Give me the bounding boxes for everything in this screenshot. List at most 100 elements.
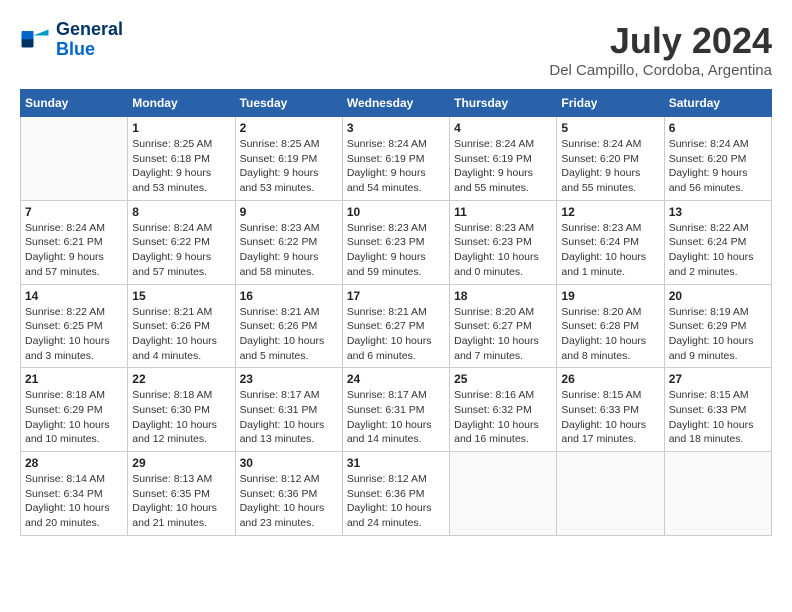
- day-info: Sunrise: 8:15 AMSunset: 6:33 PMDaylight:…: [669, 388, 767, 447]
- calendar-cell: 11 Sunrise: 8:23 AMSunset: 6:23 PMDayligh…: [450, 200, 557, 284]
- calendar-week-row: 28 Sunrise: 8:14 AMSunset: 6:34 PMDayligh…: [21, 452, 772, 536]
- day-number: 25: [454, 372, 552, 386]
- day-info: Sunrise: 8:21 AMSunset: 6:27 PMDaylight:…: [347, 305, 445, 364]
- calendar-cell: 27 Sunrise: 8:15 AMSunset: 6:33 PMDayligh…: [664, 368, 771, 452]
- day-number: 22: [132, 372, 230, 386]
- day-info: Sunrise: 8:23 AMSunset: 6:22 PMDaylight:…: [240, 221, 338, 280]
- weekday-header: Monday: [128, 90, 235, 117]
- calendar-cell: 29Sunrise: 8:13 AMSunset: 6:35 PMDayligh…: [128, 452, 235, 536]
- day-number: 12: [561, 205, 659, 219]
- calendar-cell: 26 Sunrise: 8:15 AMSunset: 6:33 PMDayligh…: [557, 368, 664, 452]
- day-info: Sunrise: 8:14 AMSunset: 6:34 PMDaylight:…: [25, 472, 123, 531]
- day-info: Sunrise: 8:24 AMSunset: 6:21 PMDaylight:…: [25, 221, 123, 280]
- day-number: 28: [25, 456, 123, 470]
- day-info: Sunrise: 8:17 AMSunset: 6:31 PMDaylight:…: [347, 388, 445, 447]
- day-number: 16: [240, 289, 338, 303]
- day-info: Sunrise: 8:25 AMSunset: 6:18 PMDaylight:…: [132, 137, 230, 196]
- calendar-cell: 15 Sunrise: 8:21 AMSunset: 6:26 PMDayligh…: [128, 284, 235, 368]
- calendar-table: SundayMondayTuesdayWednesdayThursdayFrid…: [20, 89, 772, 536]
- day-number: 1: [132, 121, 230, 135]
- day-info: Sunrise: 8:15 AMSunset: 6:33 PMDaylight:…: [561, 388, 659, 447]
- calendar-cell: 20 Sunrise: 8:19 AMSunset: 6:29 PMDayligh…: [664, 284, 771, 368]
- calendar-week-row: 21 Sunrise: 8:18 AMSunset: 6:29 PMDayligh…: [21, 368, 772, 452]
- calendar-header-row: SundayMondayTuesdayWednesdayThursdayFrid…: [21, 90, 772, 117]
- day-info: Sunrise: 8:24 AMSunset: 6:19 PMDaylight:…: [347, 137, 445, 196]
- calendar-cell: 6Sunrise: 8:24 AMSunset: 6:20 PMDaylight…: [664, 117, 771, 201]
- day-number: 9: [240, 205, 338, 219]
- day-number: 5: [561, 121, 659, 135]
- calendar-cell: 23 Sunrise: 8:17 AMSunset: 6:31 PMDayligh…: [235, 368, 342, 452]
- calendar-cell: 16 Sunrise: 8:21 AMSunset: 6:26 PMDayligh…: [235, 284, 342, 368]
- calendar-cell: 4Sunrise: 8:24 AMSunset: 6:19 PMDaylight…: [450, 117, 557, 201]
- day-info: Sunrise: 8:19 AMSunset: 6:29 PMDaylight:…: [669, 305, 767, 364]
- day-number: 24: [347, 372, 445, 386]
- day-number: 18: [454, 289, 552, 303]
- calendar-cell: 13 Sunrise: 8:22 AMSunset: 6:24 PMDayligh…: [664, 200, 771, 284]
- weekday-header: Thursday: [450, 90, 557, 117]
- logo-line2: Blue: [56, 39, 95, 59]
- day-info: Sunrise: 8:22 AMSunset: 6:24 PMDaylight:…: [669, 221, 767, 280]
- calendar-cell: 8 Sunrise: 8:24 AMSunset: 6:22 PMDaylight…: [128, 200, 235, 284]
- location-subtitle: Del Campillo, Cordoba, Argentina: [549, 62, 772, 79]
- calendar-cell: 18 Sunrise: 8:20 AMSunset: 6:27 PMDayligh…: [450, 284, 557, 368]
- calendar-week-row: 1 Sunrise: 8:25 AMSunset: 6:18 PMDaylight…: [21, 117, 772, 201]
- day-info: Sunrise: 8:12 AMSunset: 6:36 PMDaylight:…: [240, 472, 338, 531]
- calendar-cell: 17 Sunrise: 8:21 AMSunset: 6:27 PMDayligh…: [342, 284, 449, 368]
- day-number: 8: [132, 205, 230, 219]
- calendar-week-row: 7 Sunrise: 8:24 AMSunset: 6:21 PMDaylight…: [21, 200, 772, 284]
- day-info: Sunrise: 8:23 AMSunset: 6:23 PMDaylight:…: [454, 221, 552, 280]
- day-info: Sunrise: 8:17 AMSunset: 6:31 PMDaylight:…: [240, 388, 338, 447]
- logo-line1: General: [56, 20, 123, 40]
- day-info: Sunrise: 8:23 AMSunset: 6:24 PMDaylight:…: [561, 221, 659, 280]
- day-info: Sunrise: 8:24 AMSunset: 6:22 PMDaylight:…: [132, 221, 230, 280]
- day-info: Sunrise: 8:23 AMSunset: 6:23 PMDaylight:…: [347, 221, 445, 280]
- month-year-title: July 2024: [549, 20, 772, 62]
- weekday-header: Friday: [557, 90, 664, 117]
- day-number: 26: [561, 372, 659, 386]
- day-info: Sunrise: 8:20 AMSunset: 6:27 PMDaylight:…: [454, 305, 552, 364]
- calendar-cell: 31Sunrise: 8:12 AMSunset: 6:36 PMDayligh…: [342, 452, 449, 536]
- calendar-cell: 30Sunrise: 8:12 AMSunset: 6:36 PMDayligh…: [235, 452, 342, 536]
- day-number: 10: [347, 205, 445, 219]
- day-info: Sunrise: 8:21 AMSunset: 6:26 PMDaylight:…: [132, 305, 230, 364]
- day-info: Sunrise: 8:18 AMSunset: 6:29 PMDaylight:…: [25, 388, 123, 447]
- day-info: Sunrise: 8:16 AMSunset: 6:32 PMDaylight:…: [454, 388, 552, 447]
- day-info: Sunrise: 8:13 AMSunset: 6:35 PMDaylight:…: [132, 472, 230, 531]
- day-number: 17: [347, 289, 445, 303]
- calendar-cell: 10 Sunrise: 8:23 AMSunset: 6:23 PMDayligh…: [342, 200, 449, 284]
- calendar-cell: 1 Sunrise: 8:25 AMSunset: 6:18 PMDaylight…: [128, 117, 235, 201]
- weekday-header: Sunday: [21, 90, 128, 117]
- day-info: Sunrise: 8:25 AMSunset: 6:19 PMDaylight:…: [240, 137, 338, 196]
- day-number: 14: [25, 289, 123, 303]
- day-number: 21: [25, 372, 123, 386]
- day-number: 23: [240, 372, 338, 386]
- calendar-cell: 22Sunrise: 8:18 AMSunset: 6:30 PMDayligh…: [128, 368, 235, 452]
- weekday-header: Wednesday: [342, 90, 449, 117]
- day-number: 2: [240, 121, 338, 135]
- page-header: General Blue July 2024 Del Campillo, Cor…: [20, 20, 772, 79]
- day-number: 11: [454, 205, 552, 219]
- day-number: 15: [132, 289, 230, 303]
- weekday-header: Saturday: [664, 90, 771, 117]
- day-number: 3: [347, 121, 445, 135]
- day-number: 13: [669, 205, 767, 219]
- calendar-cell: 3 Sunrise: 8:24 AMSunset: 6:19 PMDaylight…: [342, 117, 449, 201]
- calendar-cell: 25 Sunrise: 8:16 AMSunset: 6:32 PMDayligh…: [450, 368, 557, 452]
- calendar-cell: 7 Sunrise: 8:24 AMSunset: 6:21 PMDaylight…: [21, 200, 128, 284]
- day-info: Sunrise: 8:24 AMSunset: 6:19 PMDaylight:…: [454, 137, 552, 196]
- day-info: Sunrise: 8:21 AMSunset: 6:26 PMDaylight:…: [240, 305, 338, 364]
- calendar-cell: 14Sunrise: 8:22 AMSunset: 6:25 PMDayligh…: [21, 284, 128, 368]
- logo-text: General Blue: [56, 20, 123, 60]
- day-number: 20: [669, 289, 767, 303]
- calendar-cell: 12 Sunrise: 8:23 AMSunset: 6:24 PMDayligh…: [557, 200, 664, 284]
- calendar-cell: 28 Sunrise: 8:14 AMSunset: 6:34 PMDayligh…: [21, 452, 128, 536]
- day-number: 27: [669, 372, 767, 386]
- day-number: 7: [25, 205, 123, 219]
- day-info: Sunrise: 8:24 AMSunset: 6:20 PMDaylight:…: [561, 137, 659, 196]
- calendar-week-row: 14Sunrise: 8:22 AMSunset: 6:25 PMDayligh…: [21, 284, 772, 368]
- calendar-cell: [664, 452, 771, 536]
- weekday-header: Tuesday: [235, 90, 342, 117]
- logo: General Blue: [20, 20, 123, 60]
- calendar-cell: [21, 117, 128, 201]
- calendar-cell: 5 Sunrise: 8:24 AMSunset: 6:20 PMDaylight…: [557, 117, 664, 201]
